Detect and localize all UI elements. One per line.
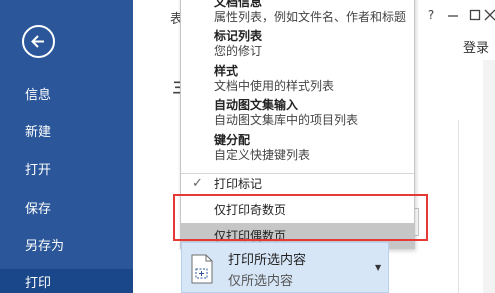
sidebar-item-info[interactable]: 信息	[0, 81, 133, 111]
menu-item-title: 自动图文集输入	[214, 98, 299, 112]
menu-item-title: 键分配	[214, 133, 251, 147]
sidebar-item-save-as[interactable]: 另存为	[0, 232, 133, 262]
divider	[458, 120, 459, 293]
login-link[interactable]: 登录	[463, 37, 489, 56]
sidebar-item-print[interactable]: 打印	[0, 269, 133, 293]
back-arrow-icon	[31, 35, 44, 48]
menu-item-document-info[interactable]: 文档信息 属性列表，例如文件名、作者和标题	[181, 0, 414, 25]
menu-item-description: 您的修订	[214, 44, 263, 58]
menu-item-description: 属性列表，例如文件名、作者和标题	[214, 10, 407, 24]
menu-item-description: 自动图文集库中的项目列表	[214, 113, 359, 127]
print-what-dropdown: 文档信息 属性列表，例如文件名、作者和标题 标记列表 您的修订 样式 文档中使用…	[180, 0, 415, 249]
menu-item-title: 文档信息	[214, 0, 263, 9]
menu-item-markup-list[interactable]: 标记列表 您的修订	[181, 29, 414, 59]
svg-text:?: ?	[428, 8, 434, 22]
minimize-button[interactable]	[442, 5, 464, 25]
option-label: 打印标记	[214, 177, 263, 191]
help-button[interactable]: ?	[420, 5, 442, 25]
window-controls: ?	[420, 5, 495, 25]
backstage-sidebar: 信息 新建 打开 保存 另存为 打印	[0, 0, 133, 293]
close-button[interactable]	[482, 5, 495, 25]
menu-item-title: 标记列表	[214, 29, 263, 43]
print-range-subtitle: 仅所选内容	[228, 274, 294, 289]
close-icon	[484, 9, 495, 21]
print-range-selector[interactable]: 打印所选内容 仅所选内容 ▼	[181, 242, 389, 293]
sidebar-item-new[interactable]: 新建	[0, 118, 133, 148]
option-label: 仅打印奇数页	[214, 203, 287, 217]
menu-item-autotext[interactable]: 自动图文集输入 自动图文集库中的项目列表	[181, 98, 414, 128]
menu-item-description: 文档中使用的样式列表	[214, 79, 335, 93]
option-print-markup[interactable]: ✓ 打印标记	[181, 171, 414, 197]
minimize-icon	[448, 15, 458, 17]
option-label: 仅打印偶数页	[214, 229, 287, 243]
sidebar-item-save[interactable]: 保存	[0, 195, 133, 225]
help-icon: ?	[428, 8, 434, 22]
checkmark-icon: ✓	[192, 176, 203, 191]
print-selection-icon	[191, 254, 213, 284]
scrollbar[interactable]	[483, 60, 495, 293]
menu-item-key-assignments[interactable]: 键分配 自定义快捷键列表	[181, 133, 414, 163]
print-range-title: 打印所选内容	[228, 253, 307, 268]
sidebar-item-open[interactable]: 打开	[0, 156, 133, 186]
dropdown-arrow-icon: ▼	[375, 263, 382, 272]
print-backstage-view: 信息 新建 打开 保存 另存为 打印 表 丰 ?	[0, 0, 495, 293]
back-button[interactable]	[22, 25, 55, 58]
menu-item-title: 样式	[214, 64, 239, 78]
option-print-odd-pages[interactable]: 仅打印奇数页	[181, 197, 414, 223]
menu-item-description: 自定义快捷键列表	[214, 148, 311, 162]
menu-item-styles[interactable]: 样式 文档中使用的样式列表	[181, 64, 414, 94]
